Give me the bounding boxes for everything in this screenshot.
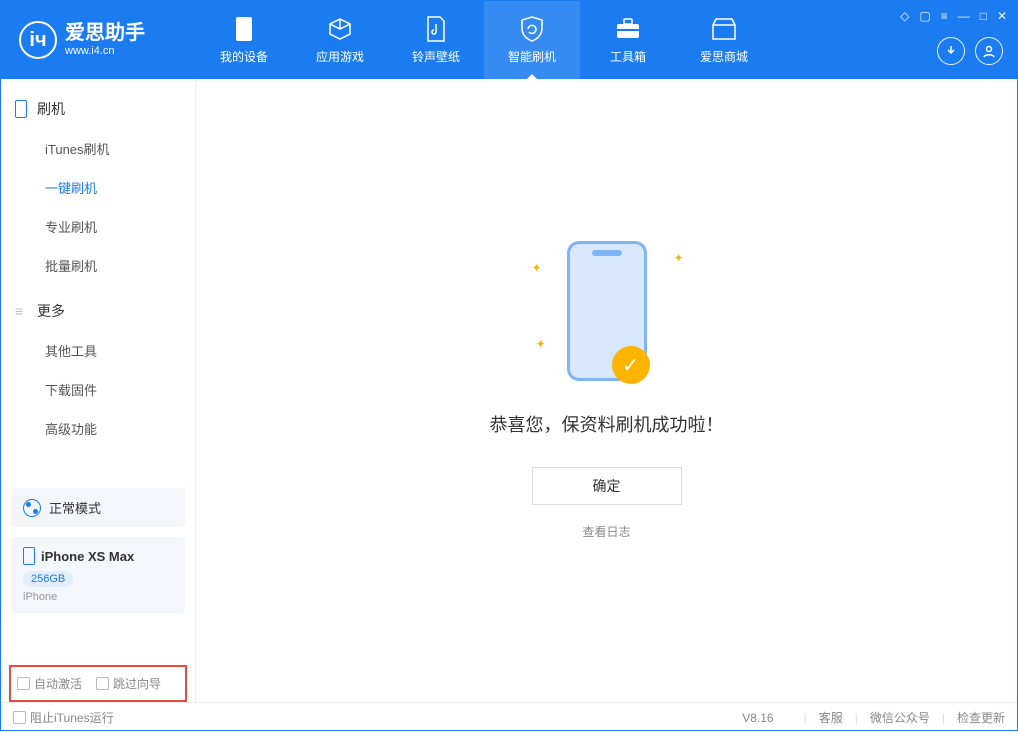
- section-title: 刷机: [37, 99, 65, 119]
- nav-ringtone-wallpaper[interactable]: 铃声壁纸: [388, 1, 484, 79]
- nav-label: 智能刷机: [508, 48, 556, 65]
- nav-label: 我的设备: [220, 48, 268, 65]
- device-type: iPhone: [23, 591, 173, 603]
- user-button[interactable]: [975, 37, 1003, 65]
- download-button[interactable]: [937, 37, 965, 65]
- highlighted-options: 自动激活 跳过向导: [9, 665, 187, 702]
- success-illustration: ✦ ✦ ✦ ✓: [552, 241, 662, 381]
- close-button[interactable]: ✕: [997, 9, 1007, 23]
- device-info[interactable]: iPhone XS Max 256GB iPhone: [11, 537, 185, 613]
- auto-activate-checkbox[interactable]: 自动激活: [17, 675, 82, 692]
- sparkle-icon: ✦: [673, 251, 683, 265]
- shield-refresh-icon: [519, 16, 545, 42]
- nav-label: 应用游戏: [316, 48, 364, 65]
- nav-toolbox[interactable]: 工具箱: [580, 1, 676, 79]
- nav-label: 爱思商城: [700, 48, 748, 65]
- nav-label: 工具箱: [610, 48, 646, 65]
- header-right: [937, 37, 1003, 65]
- checkbox-icon: [96, 677, 109, 690]
- sidebar-item-other-tools[interactable]: 其他工具: [1, 331, 195, 370]
- sidebar: 刷机 iTunes刷机 一键刷机 专业刷机 批量刷机 ≡ 更多 其他工具 下载固…: [1, 79, 196, 702]
- nav-apps-games[interactable]: 应用游戏: [292, 1, 388, 79]
- mode-icon: [23, 499, 41, 517]
- main-nav: 我的设备 应用游戏 铃声壁纸 智能刷机 工具箱 爱思商城: [196, 1, 772, 79]
- section-title: 更多: [37, 301, 65, 321]
- sidebar-item-download-firmware[interactable]: 下载固件: [1, 370, 195, 409]
- menu-icon[interactable]: ≡: [941, 9, 948, 23]
- sidebar-item-pro-flash[interactable]: 专业刷机: [1, 207, 195, 246]
- sparkle-icon: ✦: [536, 337, 546, 351]
- ok-button[interactable]: 确定: [532, 467, 682, 505]
- sidebar-item-itunes-flash[interactable]: iTunes刷机: [1, 129, 195, 168]
- app-header: iч 爱思助手 www.i4.cn 我的设备 应用游戏 铃声壁纸 智能刷机 工具…: [1, 1, 1017, 79]
- phone-outline-icon: [15, 100, 27, 118]
- nav-label: 铃声壁纸: [412, 48, 460, 65]
- sidebar-item-batch-flash[interactable]: 批量刷机: [1, 246, 195, 285]
- view-log-link[interactable]: 查看日志: [582, 523, 630, 540]
- success-message: 恭喜您，保资料刷机成功啦！: [490, 411, 724, 437]
- minimize-button[interactable]: —: [958, 9, 970, 23]
- nav-smart-flash[interactable]: 智能刷机: [484, 1, 580, 79]
- sparkle-icon: ✦: [532, 261, 542, 275]
- app-url: www.i4.cn: [65, 45, 145, 58]
- sidebar-item-oneclick-flash[interactable]: 一键刷机: [1, 168, 195, 207]
- footer-link-wechat[interactable]: 微信公众号: [870, 709, 930, 726]
- phone-illustration: ✓: [567, 241, 647, 381]
- mode-status[interactable]: 正常模式: [11, 488, 185, 527]
- sidebar-section-more: ≡ 更多: [1, 295, 195, 327]
- cube-icon: [327, 16, 353, 42]
- sidebar-section-flash: 刷机: [1, 93, 195, 125]
- toolbox-icon: [615, 16, 641, 42]
- device-icon: [231, 16, 257, 42]
- checkbox-label: 跳过向导: [113, 675, 161, 692]
- nav-my-device[interactable]: 我的设备: [196, 1, 292, 79]
- checkbox-label: 阻止iTunes运行: [30, 709, 114, 726]
- music-file-icon: [423, 16, 449, 42]
- footer-link-support[interactable]: 客服: [819, 709, 843, 726]
- settings-icon[interactable]: ▢: [919, 9, 930, 23]
- checkmark-badge-icon: ✓: [612, 346, 650, 384]
- app-title: 爱思助手: [65, 21, 145, 45]
- logo-icon: iч: [19, 21, 57, 59]
- device-capacity: 256GB: [23, 571, 73, 587]
- checkbox-icon: [13, 711, 26, 724]
- version-label: V8.16: [742, 711, 773, 725]
- checkbox-icon: [17, 677, 30, 690]
- maximize-button[interactable]: □: [980, 9, 987, 23]
- main-content: ✦ ✦ ✦ ✓ 恭喜您，保资料刷机成功啦！ 确定 查看日志: [196, 79, 1017, 702]
- nav-store[interactable]: 爱思商城: [676, 1, 772, 79]
- checkbox-label: 自动激活: [34, 675, 82, 692]
- device-name: iPhone XS Max: [41, 549, 134, 564]
- status-bar: 阻止iTunes运行 V8.16 | 客服 | 微信公众号 | 检查更新: [1, 702, 1017, 732]
- skip-guide-checkbox[interactable]: 跳过向导: [96, 675, 161, 692]
- sidebar-item-advanced[interactable]: 高级功能: [1, 409, 195, 448]
- block-itunes-checkbox[interactable]: 阻止iTunes运行: [13, 709, 114, 726]
- app-logo: iч 爱思助手 www.i4.cn: [1, 21, 196, 59]
- skin-icon[interactable]: ◇: [900, 9, 909, 23]
- window-controls: ◇ ▢ ≡ — □ ✕: [900, 9, 1007, 23]
- phone-icon: [23, 547, 35, 565]
- store-icon: [711, 16, 737, 42]
- footer-link-update[interactable]: 检查更新: [957, 709, 1005, 726]
- menu-lines-icon: ≡: [15, 303, 27, 319]
- mode-label: 正常模式: [49, 498, 101, 517]
